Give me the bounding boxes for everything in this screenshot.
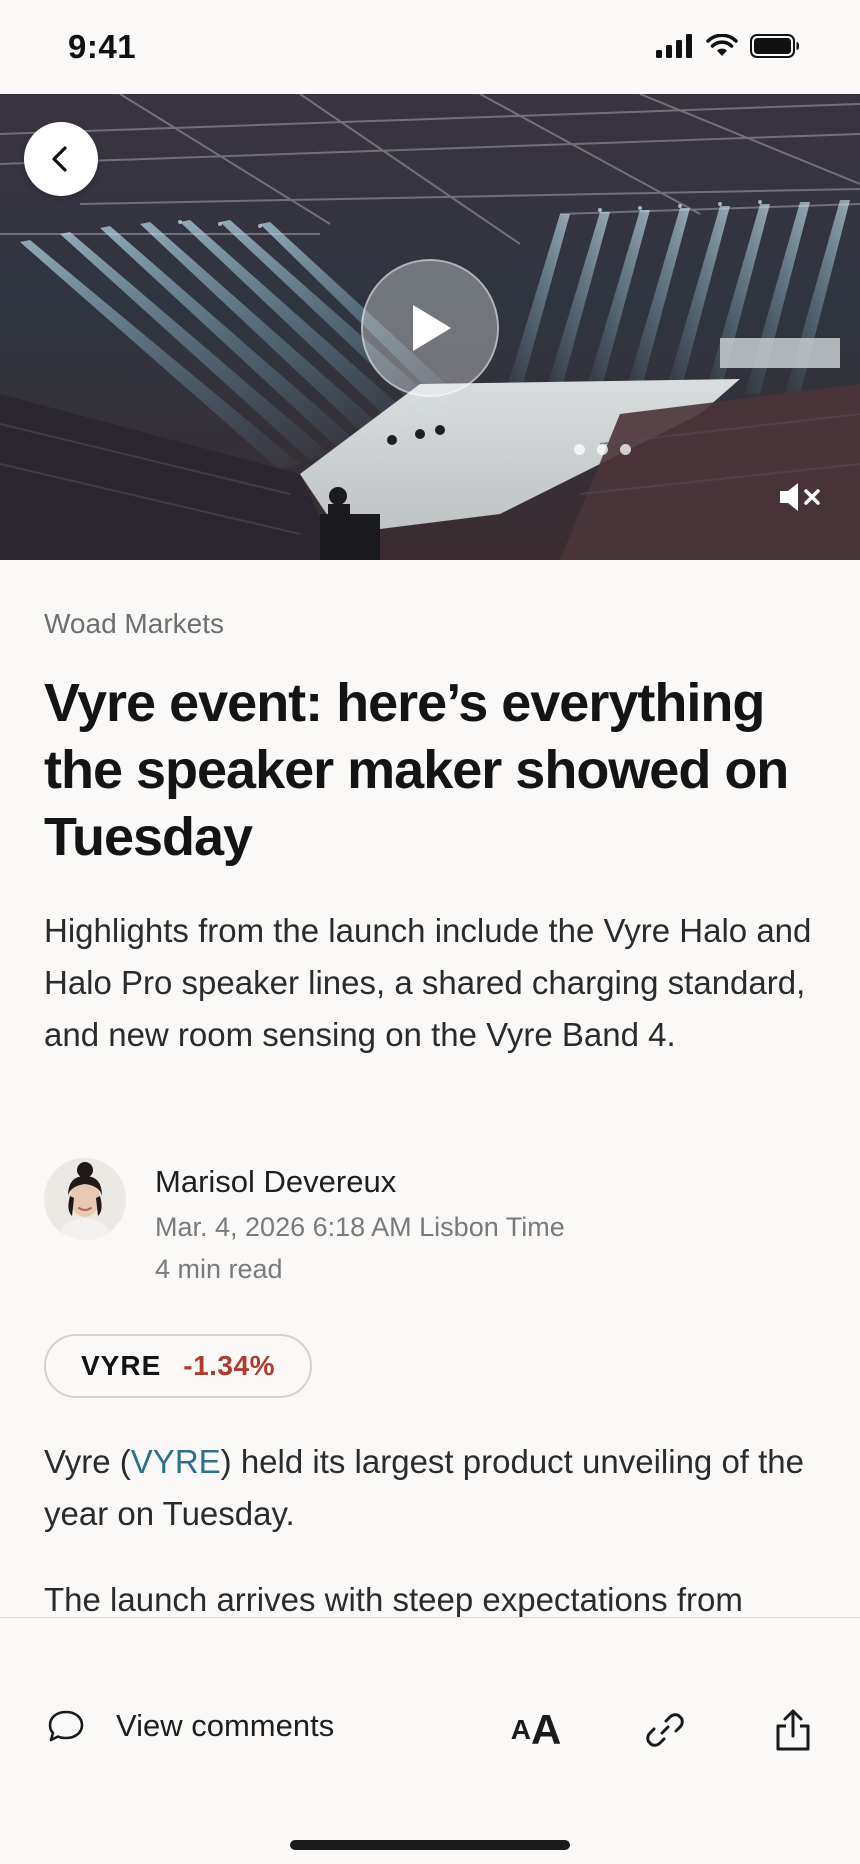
carousel-dot [597, 444, 608, 455]
article-headline: Vyre event: here’s everything the speake… [44, 673, 789, 867]
play-icon [413, 305, 451, 351]
byline: Marisol Devereux Mar. 4, 2026 6:18 AM Li… [44, 1158, 816, 1288]
home-indicator [290, 1840, 570, 1850]
status-time: 9:41 [68, 28, 137, 65]
article-dek: Highlights from the launch include the V… [44, 912, 812, 1053]
ticker-symbol: VYRE [81, 1350, 162, 1381]
author-avatar-image [44, 1158, 126, 1240]
signal-icon [656, 34, 692, 58]
article-header: Woad Markets Vyre event: here’s everythi… [44, 560, 816, 1061]
share-button[interactable] [768, 1700, 818, 1760]
wifi-icon [706, 34, 738, 56]
body-text-segment: Vyre ( [44, 1443, 131, 1480]
ticker-link[interactable]: VYRE [131, 1443, 221, 1480]
text-size-icon: A [510, 1714, 531, 1745]
play-button[interactable] [361, 259, 499, 397]
status-bar: 9:41 [0, 0, 860, 94]
battery-icon [750, 34, 799, 58]
comment-icon [48, 1710, 84, 1742]
share-icon [776, 1709, 810, 1751]
publish-date: Mar. 4, 2026 6:18 AM Lisbon Time [155, 1212, 565, 1242]
carousel-dots [574, 444, 631, 455]
read-time: 4 min read [155, 1254, 283, 1284]
status-icons [656, 34, 800, 58]
article-body-paragraph: The launch arrives with steep expectatio… [44, 1581, 743, 1618]
back-button[interactable] [24, 122, 98, 196]
hero-video[interactable] [0, 94, 860, 560]
text-size-button[interactable]: AA [505, 1700, 567, 1760]
author-name[interactable]: Marisol Devereux [155, 1164, 396, 1200]
bottom-toolbar: View comments AA [0, 1617, 860, 1864]
ticker-chip[interactable]: VYRE -1.34% [44, 1334, 312, 1398]
link-icon [646, 1713, 684, 1747]
article-source[interactable]: Woad Markets [44, 608, 816, 640]
carousel-dot [620, 444, 631, 455]
view-comments-button[interactable]: View comments [46, 1708, 334, 1744]
article-body-paragraph: Vyre (VYRE) held its largest product unv… [44, 1436, 816, 1540]
back-icon [52, 146, 67, 172]
text-size-icon: A [530, 1706, 562, 1753]
author-avatar[interactable] [44, 1158, 126, 1240]
mute-icon[interactable] [778, 480, 824, 514]
ticker-change: -1.34% [183, 1350, 275, 1381]
carousel-dot [574, 444, 585, 455]
view-comments-label: View comments [116, 1708, 335, 1743]
copy-link-button[interactable] [640, 1700, 690, 1760]
